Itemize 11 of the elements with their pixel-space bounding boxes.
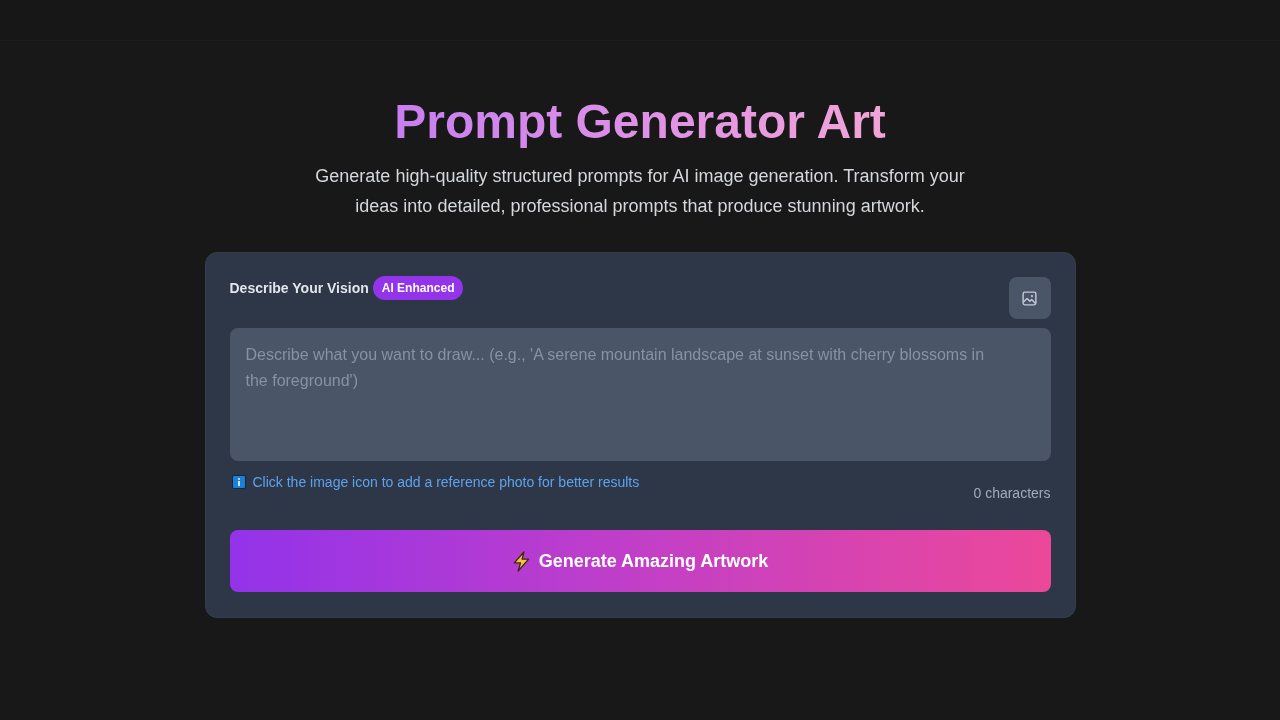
ai-enhanced-badge: AI Enhanced [372,276,464,300]
prompt-input[interactable]: Describe what you want to draw... (e.g., 'A serene mountain landscape at sunset with cherry blossoms in the foreground') [229,328,1051,461]
add-image-button[interactable] [1008,277,1051,319]
image-icon [1021,289,1038,307]
field-label: Describe Your Vision [229,280,369,296]
info-icon [231,475,246,489]
generate-button[interactable]: Generate Amazing Artwork [229,530,1051,592]
page-subtitle: Generate high-quality structured prompts for AI image generation. Transform your ideas into detailed, professional prompts that produce stunning artwork. [314,165,966,218]
character-count: 0 characters [973,484,1051,503]
lightning-bolt-icon [511,550,531,572]
hint-text: Click the image icon to add a reference photo for better results [252,473,640,492]
